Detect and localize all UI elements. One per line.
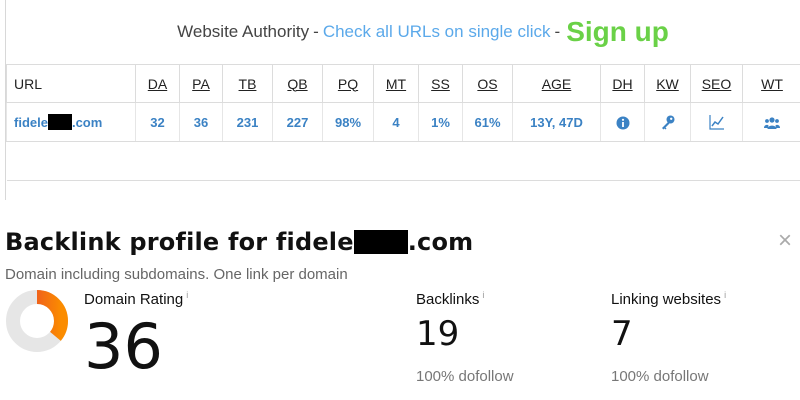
linking-dofollow-note: 100% dofollow: [611, 368, 709, 385]
authority-title: Website Authority: [177, 22, 310, 41]
info-icon[interactable]: i: [186, 290, 188, 300]
mt-value: 4: [373, 102, 419, 142]
backlinks-dofollow-note: 100% dofollow: [416, 368, 514, 385]
key-icon[interactable]: [660, 114, 676, 130]
website-authority-panel: Website Authority - Check all URLs on si…: [5, 0, 800, 200]
header-dash: -: [554, 22, 561, 41]
column-header-dh[interactable]: DH: [600, 64, 645, 103]
dh-cell[interactable]: [600, 102, 645, 142]
table-row: fidele .com 32 36 231 227 98% 4 1% 61% 13…: [6, 102, 800, 142]
domain-rating-label: Domain Rating i: [84, 290, 189, 308]
authority-header: Website Authority - Check all URLs on si…: [6, 0, 800, 64]
column-header-wt[interactable]: WT: [742, 64, 800, 103]
url-cell[interactable]: fidele .com: [6, 102, 136, 142]
column-header-url: URL: [6, 64, 136, 103]
profile-subtitle: Domain including subdomains. One link pe…: [5, 266, 348, 283]
table-header-row: URL DA PA TB QB PQ MT SS OS AGE DH KW SE…: [6, 64, 800, 103]
check-all-urls-link[interactable]: Check all URLs on single click: [323, 22, 551, 42]
column-header-ss[interactable]: SS: [418, 64, 463, 103]
wt-cell[interactable]: [742, 102, 800, 142]
authority-metrics-table: URL DA PA TB QB PQ MT SS OS AGE DH KW SE…: [6, 64, 800, 181]
domain-rating-value: 36: [84, 310, 163, 383]
backlinks-label: Backlinks i: [416, 290, 485, 308]
da-value: 32: [135, 102, 180, 142]
linking-websites-label: Linking websites i: [611, 290, 727, 308]
age-value: 13Y, 47D: [512, 102, 601, 142]
kw-cell[interactable]: [644, 102, 691, 142]
column-header-mt[interactable]: MT: [373, 64, 419, 103]
redacted-block: [353, 230, 408, 254]
tb-value: 231: [222, 102, 273, 142]
users-icon[interactable]: [764, 116, 780, 130]
pq-value: 98%: [322, 102, 374, 142]
column-header-pq[interactable]: PQ: [322, 64, 374, 103]
ss-value: 1%: [418, 102, 463, 142]
header-dash: -: [313, 22, 319, 41]
sign-up-link[interactable]: Sign up: [566, 16, 669, 48]
column-header-pa[interactable]: PA: [179, 64, 223, 103]
domain-rating-gauge: [6, 290, 68, 352]
linking-websites-value[interactable]: 7: [611, 314, 633, 354]
redacted-block: [47, 114, 72, 130]
pa-value: 36: [179, 102, 223, 142]
qb-value: 227: [272, 102, 323, 142]
column-header-seo[interactable]: SEO: [690, 64, 743, 103]
seo-cell[interactable]: [690, 102, 743, 142]
backlinks-value[interactable]: 19: [416, 314, 459, 354]
close-icon[interactable]: ×: [778, 229, 792, 253]
column-header-tb[interactable]: TB: [222, 64, 273, 103]
empty-row: [6, 141, 800, 181]
info-icon[interactable]: i: [724, 290, 726, 300]
chart-icon[interactable]: [708, 114, 725, 130]
column-header-da[interactable]: DA: [135, 64, 180, 103]
info-icon[interactable]: [616, 116, 630, 130]
column-header-kw[interactable]: KW: [644, 64, 691, 103]
backlink-profile-panel: Backlink profile for fidele .com × Domain…: [0, 200, 800, 400]
column-header-os[interactable]: OS: [462, 64, 513, 103]
column-header-age[interactable]: AGE: [512, 64, 601, 103]
column-header-qb[interactable]: QB: [272, 64, 323, 103]
info-icon[interactable]: i: [482, 290, 484, 300]
profile-title: Backlink profile for fidele .com: [5, 228, 474, 256]
os-value: 61%: [462, 102, 513, 142]
